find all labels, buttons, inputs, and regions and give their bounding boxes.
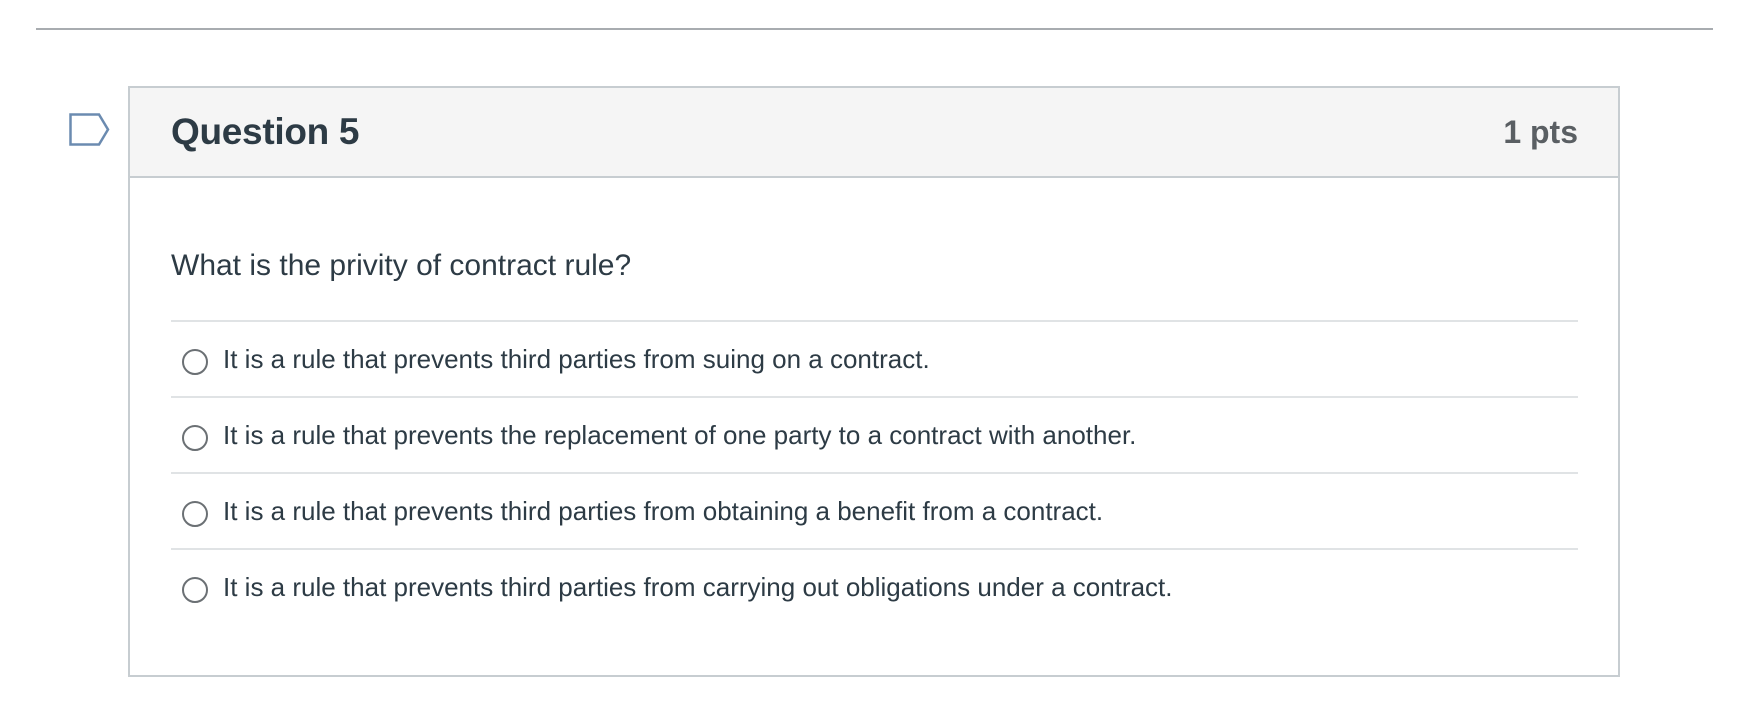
question-card: Question 5 1 pts What is the privity of … [128,86,1620,677]
radio-unchecked-icon[interactable] [182,577,208,603]
answer-list: It is a rule that prevents third parties… [171,320,1578,624]
radio-unchecked-icon[interactable] [182,349,208,375]
answer-option[interactable]: It is a rule that prevents third parties… [171,322,1578,398]
question-points: 1 pts [1503,113,1578,150]
answer-label: It is a rule that prevents third parties… [223,343,930,374]
answer-label: It is a rule that prevents third parties… [223,571,1173,602]
flag-question-icon [69,113,110,146]
question-body: What is the privity of contract rule? It… [130,242,1618,624]
question-title: Question 5 [171,111,360,152]
answer-option[interactable]: It is a rule that prevents the replaceme… [171,398,1578,474]
radio-unchecked-icon[interactable] [182,425,208,451]
top-divider [36,28,1713,30]
question-header: Question 5 1 pts [130,88,1618,178]
answer-label: It is a rule that prevents the replaceme… [223,419,1137,450]
question-text: What is the privity of contract rule? [171,249,632,282]
flag-question-button[interactable] [69,113,111,147]
answer-option[interactable]: It is a rule that prevents third parties… [171,550,1578,624]
radio-unchecked-icon[interactable] [182,501,208,527]
answer-option[interactable]: It is a rule that prevents third parties… [171,474,1578,550]
answer-label: It is a rule that prevents third parties… [223,495,1104,526]
